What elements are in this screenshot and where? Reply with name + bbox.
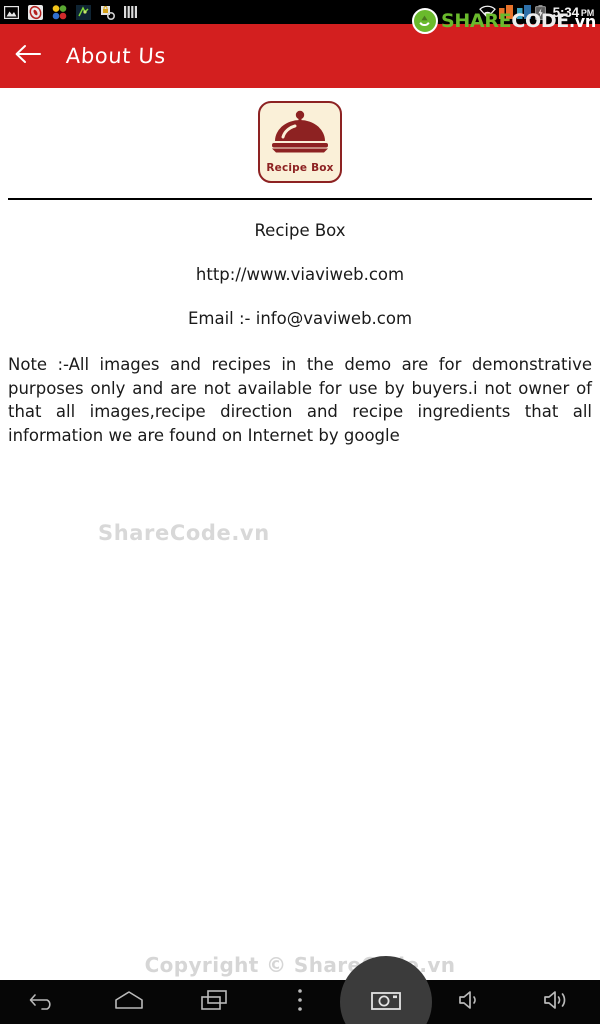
- status-bar: 5:34 PM: [0, 0, 600, 24]
- battery-charging-icon: [534, 4, 546, 20]
- volume-up-icon: [543, 989, 571, 1016]
- app-bar: About Us: [0, 24, 600, 88]
- nav-overflow-menu-button[interactable]: [257, 980, 343, 1024]
- bars-icon: [124, 5, 138, 19]
- status-bar-clock: 5:34 PM: [552, 4, 595, 20]
- status-bar-notification-icons: [3, 4, 138, 20]
- security-icon: [100, 5, 116, 20]
- nav-volume-up-button[interactable]: [514, 980, 600, 1024]
- wifi-icon: [478, 5, 496, 19]
- app-logo-label: Recipe Box: [266, 162, 334, 174]
- recents-icon: [200, 989, 228, 1016]
- app-name-text: Recipe Box: [254, 221, 346, 240]
- website-link[interactable]: http://www.viaviweb.com: [0, 265, 600, 284]
- email-link[interactable]: Email :- info@vaviweb.com: [0, 309, 600, 328]
- nav-volume-down-button[interactable]: [429, 980, 515, 1024]
- clock-time: 5:34: [552, 4, 579, 20]
- status-bar-system-icons: 5:34 PM: [478, 4, 595, 20]
- nav-back-button[interactable]: [0, 980, 86, 1024]
- nav-home-button[interactable]: [86, 980, 172, 1024]
- home-icon: [114, 990, 144, 1015]
- browser-icon: [28, 4, 43, 20]
- image-icon: [3, 5, 20, 19]
- back-arrow-icon: [14, 44, 41, 69]
- page-title: About Us: [65, 44, 167, 68]
- maps-icon: [76, 4, 91, 20]
- content-divider: [8, 198, 592, 200]
- nav-recents-button[interactable]: [171, 980, 257, 1024]
- about-content: Recipe Box Recipe Box http://www.viaviwe…: [0, 88, 600, 1024]
- app-logo: Recipe Box: [258, 101, 342, 183]
- screenshot-camera-icon: [370, 989, 401, 1016]
- nav-screenshot-button[interactable]: [343, 980, 429, 1024]
- colors-icon: [52, 4, 67, 20]
- volume-down-icon: [458, 989, 484, 1016]
- system-navigation-bar: [0, 980, 600, 1024]
- app-logo-container: Recipe Box: [0, 88, 600, 183]
- cloche-icon: [269, 110, 331, 159]
- signal-blue-icon: [516, 5, 532, 19]
- phone-screen: 5:34 PM About Us SHARECODE.vn Recipe Box…: [0, 0, 600, 1024]
- clock-ampm: PM: [580, 7, 594, 18]
- overflow-menu-icon: [297, 988, 303, 1017]
- center-watermark-text: ShareCode.vn: [98, 521, 270, 545]
- signal-orange-icon: [498, 5, 514, 19]
- back-button[interactable]: [0, 24, 54, 88]
- back-icon: [29, 989, 57, 1016]
- note-paragraph: Note :-All images and recipes in the dem…: [8, 355, 592, 445]
